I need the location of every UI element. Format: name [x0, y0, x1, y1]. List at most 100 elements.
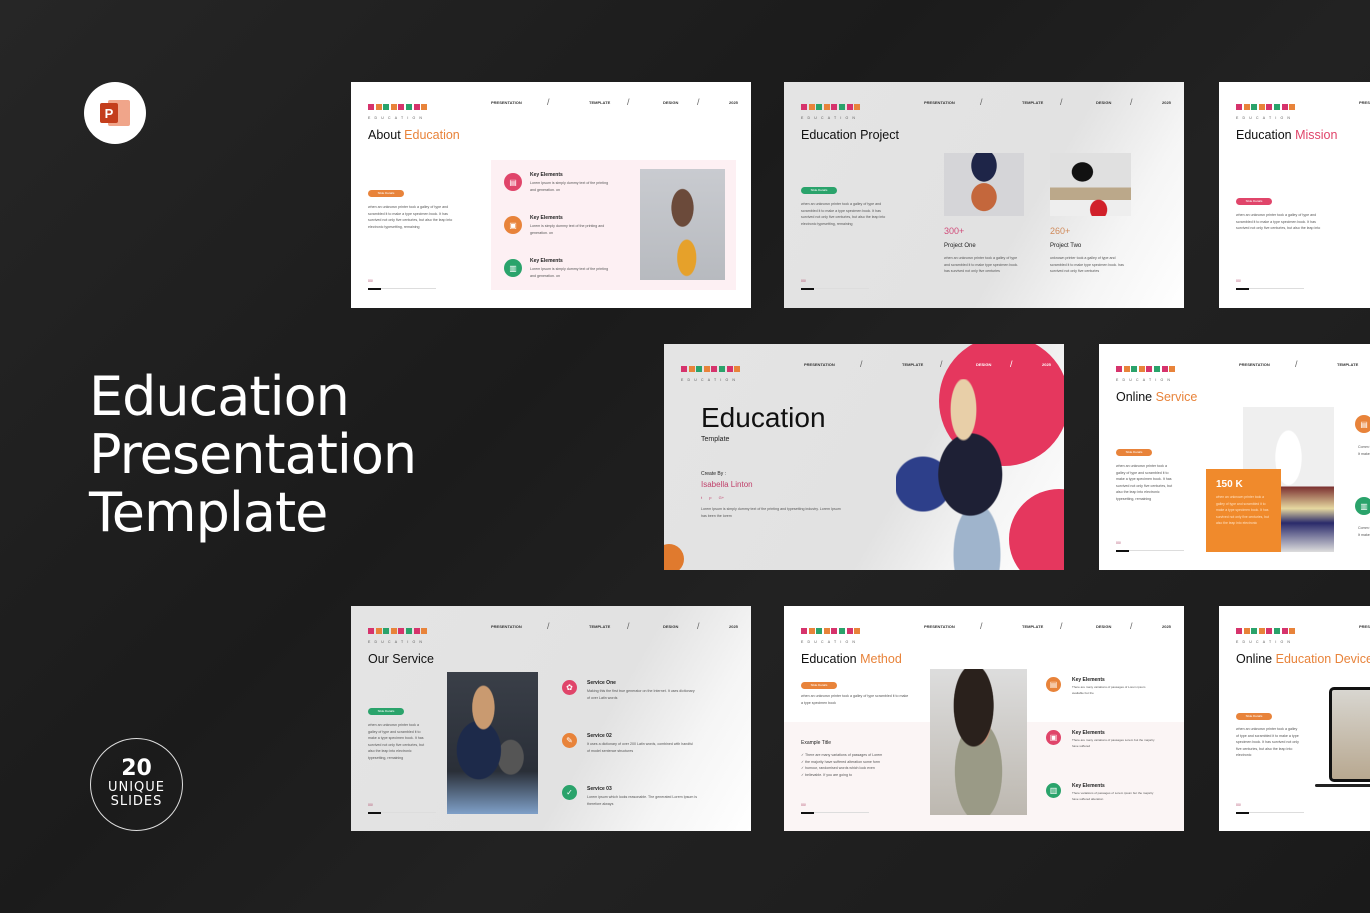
body-text: when an unknown printer took a galley of…: [368, 205, 453, 229]
logo-square: [711, 366, 718, 372]
stat-text: when an unknown printer took a galley of…: [1216, 495, 1269, 526]
item-text: Making this the first true generator on …: [587, 689, 695, 700]
headline: Education Presentation Template: [89, 365, 417, 542]
nav-item: TEMPLATE: [1337, 362, 1359, 367]
education-logo: EDUCATION: [368, 97, 429, 120]
logo-square: [1289, 104, 1296, 110]
education-logo: EDUCATION: [801, 621, 862, 644]
badge-number: 20: [121, 756, 152, 781]
logo-square: [413, 628, 420, 634]
logo-square: [703, 366, 710, 372]
headline-line: Presentation: [89, 423, 417, 486]
logo-text: EDUCATION: [681, 378, 740, 382]
body-text: when an unknown printer took a galley of…: [801, 694, 909, 705]
slide-cover: Education Template Create By : Isabella …: [664, 344, 1064, 570]
logo-square: [846, 104, 853, 110]
example-title: Example Title: [801, 740, 832, 746]
slide-education-method: Education Method Slide Details when an u…: [784, 606, 1184, 831]
logo-square: [375, 628, 382, 634]
logo-square: [1251, 628, 1258, 634]
pinterest-icon: p: [709, 495, 712, 500]
item-text: Comm text. It makes: [1358, 526, 1370, 537]
details-pill: Slide Details: [801, 187, 837, 194]
details-pill: Slide Details: [368, 190, 404, 197]
nav-item: 2025: [1042, 362, 1051, 367]
education-logo: EDUCATION: [1116, 359, 1177, 382]
logo-square: [1243, 104, 1250, 110]
item-title: Service 02: [587, 733, 612, 739]
nav-separator: /: [940, 359, 943, 369]
cover-subtitle: Template: [701, 436, 730, 443]
body-text: when an unknown printer took a galley of…: [1236, 213, 1321, 231]
item-title: Key Elements: [1072, 677, 1105, 683]
check-item: ✓ the majority have suffered alteration …: [801, 759, 881, 764]
nav-separator: /: [697, 621, 700, 631]
created-by-label: Create By :: [701, 471, 727, 477]
logo-square: [421, 104, 428, 110]
slide-title: Education Method: [801, 652, 902, 666]
project-text: when an unknown printer took a galley of…: [944, 256, 1019, 274]
books-cap-photo: [1050, 153, 1131, 216]
orange-circle-decoration: [664, 544, 684, 570]
nav-item: TEMPLATE: [589, 100, 611, 105]
logo-square: [1258, 104, 1265, 110]
service-icon: ✎: [562, 733, 577, 748]
student-photo: [896, 379, 1031, 570]
details-pill: Slide Details: [1236, 713, 1272, 720]
body-text: when an unknown printer took a galley of…: [1116, 464, 1173, 501]
logo-square: [831, 628, 838, 634]
nav-separator: /: [1295, 359, 1298, 369]
logo-square: [838, 104, 845, 110]
logo-square: [421, 628, 428, 634]
logo-square: [383, 628, 390, 634]
body-text: when an unknown printer took a galley of…: [1236, 727, 1299, 758]
nav-separator: /: [697, 97, 700, 107]
details-pill: Slide Details: [801, 682, 837, 689]
slide-title: Online Service: [1116, 390, 1198, 404]
body-text: Lorem Ipsum is simply dummy text of the …: [701, 507, 841, 518]
education-logo: EDUCATION: [1236, 97, 1297, 120]
nav-separator: /: [627, 621, 630, 631]
nav-item: DESIGN: [1096, 100, 1112, 105]
powerpoint-icon: P: [100, 98, 130, 128]
nav-item: 2025: [1162, 624, 1171, 629]
slide-online-service: Online Service Slide Details when an unk…: [1099, 344, 1370, 570]
check-item: ✓ There are many variations of passages …: [801, 753, 883, 757]
details-pill: Slide Details: [1236, 198, 1272, 205]
body-text: when an unknown printer took a galley of…: [368, 723, 425, 760]
nav-item: 2025: [1162, 100, 1171, 105]
item-text: It uses a dictionary of over 200 Latin w…: [587, 742, 694, 753]
slide-our-service: Our Service Slide Details when an unknow…: [351, 606, 751, 831]
service-icon: ✓: [562, 785, 577, 800]
service-icon: ▤: [1355, 415, 1370, 433]
nav-separator: /: [547, 621, 550, 631]
logo-square: [1236, 628, 1242, 634]
logo-square: [1116, 366, 1122, 372]
education-logo: EDUCATION: [1236, 621, 1297, 644]
board-icon: ▣: [504, 216, 522, 234]
item-title: Key Elements: [1072, 783, 1105, 789]
nav-item: PRESENTATION: [804, 362, 835, 367]
logo-square: [823, 104, 830, 110]
headline-line: Education: [89, 365, 350, 428]
project-stat: 260+: [1050, 226, 1071, 236]
laptop-base: [1315, 784, 1370, 787]
checklist: ✓ There are many variations of passages …: [801, 752, 916, 778]
check-item: ✓ believable. If you are going to: [801, 772, 852, 777]
twitter-icon: t: [701, 495, 703, 500]
logo-square: [846, 628, 853, 634]
details-pill: Slide Details: [368, 708, 404, 715]
logo-square: [808, 628, 815, 634]
logo-square: [688, 366, 695, 372]
element-icon: ▣: [1046, 730, 1061, 745]
item-text: There variations of passages of Lorem ip…: [1072, 791, 1154, 801]
logo-text: EDUCATION: [1236, 640, 1295, 644]
progress-bar: [801, 287, 869, 290]
logo-square: [726, 366, 733, 372]
nav-item: TEMPLATE: [1022, 624, 1044, 629]
check-item: ✓ humour, randomised words which look ev…: [801, 766, 875, 771]
logo-square: [681, 366, 687, 372]
item-text: Lorem is simply dummy text of the printi…: [530, 224, 605, 235]
logo-text: EDUCATION: [801, 116, 860, 120]
item-text: There are many variations of passages of…: [1072, 685, 1146, 695]
